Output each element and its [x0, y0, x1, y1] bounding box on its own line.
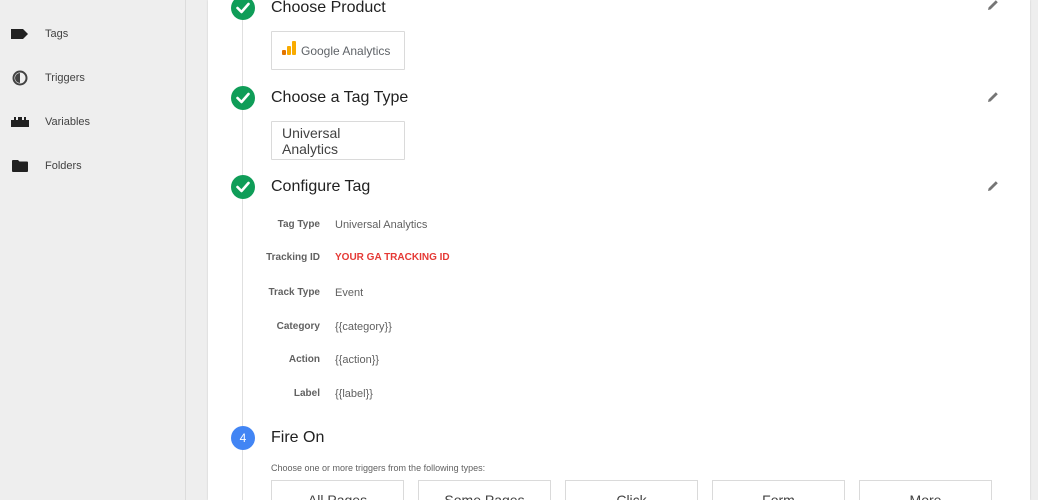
- field-label-tag-type: Tag Type: [277, 219, 320, 230]
- check-icon: [231, 0, 255, 20]
- trigger-all-pages-button[interactable]: All Pages: [271, 480, 404, 500]
- step-title-choose-tag-type: Choose a Tag Type: [271, 89, 409, 106]
- tag-icon: [11, 26, 29, 42]
- field-value-tag-type: Universal Analytics: [335, 219, 428, 231]
- trigger-form-button[interactable]: Form: [712, 480, 845, 500]
- field-label-tracking-id: Tracking ID: [266, 252, 320, 263]
- sidebar-item-variables[interactable]: Variables: [0, 102, 186, 142]
- sidebar: Tags Triggers Variables Folders: [0, 0, 186, 500]
- edit-configuration-pencil-icon[interactable]: [986, 179, 1002, 195]
- field-value-action: {{action}}: [335, 354, 380, 366]
- field-value-track-type: Event: [335, 287, 364, 299]
- sidebar-item-folders[interactable]: Folders: [0, 146, 186, 186]
- field-label-category: Category: [276, 321, 320, 332]
- trigger-some-pages-button[interactable]: Some Pages: [418, 480, 551, 500]
- step-title-configure-tag: Configure Tag: [271, 178, 371, 195]
- google-analytics-logo-icon: [282, 41, 296, 60]
- sidebar-item-tags[interactable]: Tags: [0, 14, 186, 54]
- variables-icon: [11, 114, 29, 130]
- trigger-click-button[interactable]: Click: [565, 480, 698, 500]
- check-icon: [231, 175, 255, 199]
- sidebar-item-label: Triggers: [45, 72, 85, 84]
- field-value-tracking-id: YOUR GA TRACKING ID: [335, 252, 450, 263]
- edit-tag-type-pencil-icon[interactable]: [986, 90, 1002, 106]
- field-label-action: Action: [288, 354, 320, 365]
- edit-product-pencil-icon[interactable]: [986, 0, 1002, 14]
- step-title-choose-product: Choose Product: [271, 0, 386, 16]
- sidebar-item-label: Folders: [45, 160, 82, 172]
- trigger-more-button[interactable]: More: [859, 480, 992, 500]
- check-icon: [231, 86, 255, 110]
- step-number-badge: 4: [231, 426, 255, 450]
- sidebar-item-label: Tags: [45, 28, 69, 40]
- field-label-label: Label: [293, 388, 320, 399]
- step-title-fire-on: Fire On: [271, 429, 325, 446]
- trigger-hint-text: Choose one or more triggers from the fol…: [271, 463, 486, 473]
- tag-type-chip-label: Universal Analytics: [282, 124, 341, 157]
- tag-type-chip[interactable]: Universal Analytics: [271, 121, 405, 160]
- field-value-category: {{category}}: [335, 321, 392, 333]
- product-chip[interactable]: Google Analytics: [271, 31, 405, 70]
- sidebar-item-label: Variables: [45, 116, 91, 128]
- folder-icon: [11, 158, 29, 174]
- tag-configuration-panel: Choose Product Google Analytics Choose a…: [208, 0, 1030, 500]
- field-value-label: {{label}}: [335, 388, 373, 400]
- sidebar-item-triggers[interactable]: Triggers: [0, 58, 186, 98]
- product-chip-label: Google Analytics: [301, 43, 391, 58]
- field-label-track-type: Track Type: [268, 287, 320, 298]
- trigger-icon: [11, 70, 29, 86]
